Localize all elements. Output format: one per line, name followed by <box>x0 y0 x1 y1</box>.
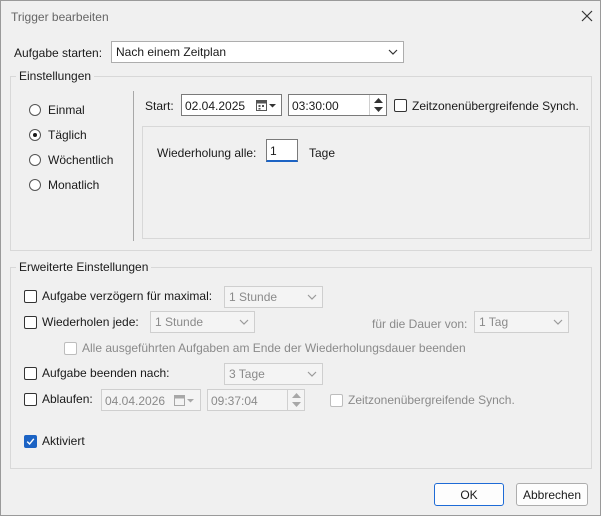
expire-date-picker[interactable]: 04.04.2026 <box>101 389 201 411</box>
checkmark-icon <box>26 438 35 446</box>
radio-once-button[interactable] <box>29 104 41 116</box>
stop-all-label: Alle ausgeführten Aufgaben am Ende der W… <box>82 341 466 355</box>
start-label: Start: <box>145 99 174 113</box>
start-date-value: 02.04.2025 <box>185 99 246 113</box>
radio-monthly-label: Monatlich <box>48 178 100 192</box>
spin-down-icon[interactable] <box>374 107 383 112</box>
time-spin-buttons[interactable] <box>287 390 305 410</box>
radio-weekly-button[interactable] <box>29 154 41 166</box>
delay-checkbox[interactable] <box>24 290 37 303</box>
repeat-every-value: 1 <box>270 144 277 158</box>
chevron-down-icon <box>307 371 317 377</box>
repeat-interval-dropdown[interactable]: 1 Stunde <box>150 311 255 333</box>
expire-label: Ablaufen: <box>42 392 93 406</box>
radio-daily-button[interactable] <box>29 129 41 141</box>
repeat-duration-label: für die Dauer von: <box>372 317 468 331</box>
repeat-unit-label: Tage <box>309 146 336 160</box>
radio-daily-label: Täglich <box>48 128 87 142</box>
radio-monthly-button[interactable] <box>29 179 41 191</box>
vertical-separator <box>133 91 134 241</box>
stop-after-value: 3 Tage <box>229 367 265 381</box>
settings-group-label: Einstellungen <box>16 69 95 83</box>
spin-up-icon[interactable] <box>292 393 301 398</box>
stop-after-label: Aufgabe beenden nach: <box>42 366 170 380</box>
title-bar: Trigger bearbeiten <box>1 1 600 32</box>
repeat-interval-value: 1 Stunde <box>155 315 204 329</box>
expire-date-value: 04.04.2026 <box>105 394 166 408</box>
time-spin-buttons[interactable] <box>369 95 387 115</box>
expire-time-value: 09:37:04 <box>211 394 258 408</box>
start-sync-checkbox[interactable] <box>394 99 407 112</box>
chevron-down-icon <box>307 294 317 300</box>
spin-down-icon[interactable] <box>292 402 301 407</box>
expire-checkbox[interactable] <box>24 393 37 406</box>
window-title: Trigger bearbeiten <box>11 10 109 24</box>
chevron-down-icon <box>388 49 398 55</box>
enabled-label: Aktiviert <box>42 434 85 448</box>
enabled-checkbox[interactable] <box>24 435 37 448</box>
radio-once-label: Einmal <box>48 103 85 117</box>
expire-sync-checkbox[interactable] <box>330 394 343 407</box>
start-task-label: Aufgabe starten: <box>14 46 103 60</box>
advanced-group-label: Erweiterte Einstellungen <box>16 260 152 274</box>
ok-button[interactable]: OK <box>434 483 504 506</box>
dialog-window: Trigger bearbeiten Aufgabe starten: Nach… <box>0 0 601 516</box>
stop-after-dropdown[interactable]: 3 Tage <box>224 363 323 385</box>
start-time-value: 03:30:00 <box>292 99 339 113</box>
repeat-checkbox[interactable] <box>24 316 37 329</box>
calendar-icon[interactable] <box>256 99 278 115</box>
radio-weekly-label: Wöchentlich <box>48 153 114 167</box>
cancel-button[interactable]: Abbrechen <box>516 483 588 506</box>
expire-time-spinner[interactable]: 09:37:04 <box>207 389 305 411</box>
spin-up-icon[interactable] <box>374 98 383 103</box>
repeat-every-input[interactable]: 1 <box>266 139 298 162</box>
repeat-duration-dropdown[interactable]: 1 Tag <box>474 311 569 333</box>
stop-after-checkbox[interactable] <box>24 367 37 380</box>
expire-sync-label: Zeitzonenübergreifende Synch. <box>348 393 515 407</box>
close-icon[interactable] <box>577 6 597 26</box>
repeat-label: Wiederholen jede: <box>42 315 139 329</box>
delay-value: 1 Stunde <box>229 290 278 304</box>
repeat-every-label: Wiederholung alle: <box>157 146 257 160</box>
stop-all-checkbox[interactable] <box>64 342 77 355</box>
chevron-down-icon <box>553 319 563 325</box>
repeat-duration-value: 1 Tag <box>479 315 509 329</box>
start-task-dropdown[interactable]: Nach einem Zeitplan <box>111 41 404 63</box>
calendar-icon[interactable] <box>174 394 196 410</box>
chevron-down-icon <box>239 319 249 325</box>
start-sync-label: Zeitzonenübergreifende Synch. <box>412 99 579 113</box>
delay-label: Aufgabe verzögern für maximal: <box>42 289 213 303</box>
start-time-spinner[interactable]: 03:30:00 <box>288 94 387 116</box>
start-date-picker[interactable]: 02.04.2025 <box>181 94 282 116</box>
delay-dropdown[interactable]: 1 Stunde <box>224 286 323 308</box>
repeat-panel <box>142 126 590 239</box>
start-task-value: Nach einem Zeitplan <box>116 45 227 59</box>
